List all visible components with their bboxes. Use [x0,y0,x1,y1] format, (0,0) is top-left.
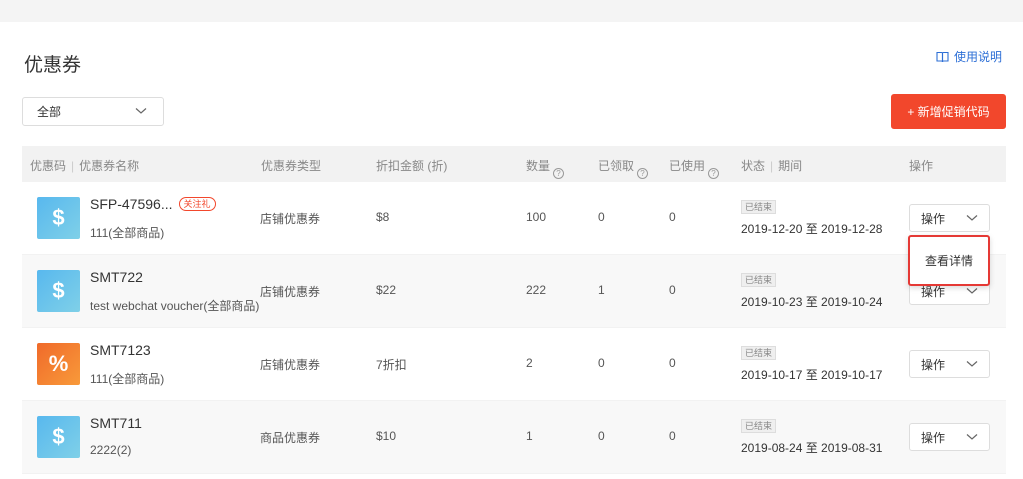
received-count: 0 [598,356,605,370]
col-used: 已使用? [669,157,720,179]
coupon-code-text: SFP-47596... [90,196,173,212]
chevron-down-icon [966,361,978,367]
view-details-item[interactable]: 查看详情 [925,252,973,269]
coupon-name: test webchat voucher(全部商品) [90,299,260,313]
received-count: 1 [598,283,605,297]
coupon-code: SMT722 [90,269,143,285]
help-icon[interactable]: ? [637,168,649,179]
coupon-type: 店铺优惠券 [260,285,321,299]
coupon-type: 店铺优惠券 [260,212,321,226]
col-status-period: 状态 | 期间 [741,157,802,174]
chevron-down-icon [135,108,147,114]
col-amount: 折扣金额 (折) [376,159,448,173]
coupon-code: SMT711 [90,415,142,431]
add-promo-code-button[interactable]: + 新增促销代码 [891,94,1006,129]
help-icon[interactable]: ? [708,168,720,179]
percent-icon: % [37,343,80,385]
table-header: 优惠码 | 优惠券名称 优惠券类型 折扣金额 (折) 数量? 已领取? 已使用? 状… [22,146,1006,182]
action-label: 操作 [921,211,946,226]
quantity: 222 [526,283,547,297]
action-select[interactable]: 操作 [909,204,990,232]
table-row: $ SFP-47596... 关注礼 111(全部商品) 店铺优惠券 $8 100… [22,182,1006,255]
coupon-type: 商品优惠券 [260,431,321,445]
top-bar [0,0,1023,22]
page-title: 优惠券 [24,55,82,76]
dollar-icon: $ [37,270,80,312]
validity-period: 2019-08-24 至 2019-08-31 [741,441,883,455]
used-count: 0 [669,283,676,297]
status-filter-select[interactable]: 全部 [22,97,164,126]
quantity: 2 [526,356,533,370]
usage-guide-link[interactable]: 使用说明 [936,48,1002,65]
coupon-code: SMT7123 [90,342,151,358]
action-label: 操作 [921,357,946,372]
col-separator: | [770,159,774,173]
col-quantity: 数量? [526,157,565,179]
col-separator: | [71,159,75,173]
dollar-icon: $ [37,197,80,239]
status-badge: 已结束 [741,273,777,287]
used-count: 0 [669,210,676,224]
coupon-type: 店铺优惠券 [260,358,321,372]
col-type: 优惠券类型 [261,159,322,173]
col-period: 期间 [778,159,803,173]
col-action: 操作 [909,159,934,173]
validity-period: 2019-10-23 至 2019-10-24 [741,295,883,309]
validity-period: 2019-10-17 至 2019-10-17 [741,368,883,382]
discount-amount: 7折扣 [376,358,407,372]
table-row: $ SMT722 test webchat voucher(全部商品) 店铺优惠… [22,255,1006,328]
coupon-name: 111(全部商品) [90,226,165,240]
coupon-code: SFP-47596... 关注礼 [90,196,216,212]
col-quantity-label: 数量 [526,159,551,173]
chevron-down-icon [966,215,978,221]
col-code-name: 优惠码 | 优惠券名称 [30,157,139,174]
quantity: 1 [526,429,533,443]
col-received: 已领取? [598,157,649,179]
action-dropdown-menu: 查看详情 [908,235,990,286]
status-filter-value: 全部 [37,105,62,119]
chevron-down-icon [966,434,978,440]
col-name: 优惠券名称 [79,159,140,173]
validity-period: 2019-12-20 至 2019-12-28 [741,222,883,236]
status-badge: 已结束 [741,419,777,433]
action-label: 操作 [921,430,946,445]
received-count: 0 [598,429,605,443]
dollar-icon: $ [37,416,80,458]
col-status: 状态 [741,159,766,173]
coupon-name: 111(全部商品) [90,372,165,386]
col-code: 优惠码 [30,159,67,173]
discount-amount: $8 [376,210,390,224]
discount-amount: $10 [376,429,397,443]
discount-amount: $22 [376,283,397,297]
action-select[interactable]: 操作 [909,423,990,451]
follow-gift-tag: 关注礼 [178,197,216,211]
received-count: 0 [598,210,605,224]
coupon-table: 优惠码 | 优惠券名称 优惠券类型 折扣金额 (折) 数量? 已领取? 已使用? 状… [22,146,1006,474]
col-received-label: 已领取 [598,159,635,173]
coupon-name: 2222(2) [90,443,132,457]
usage-guide-label: 使用说明 [954,50,1003,64]
table-row: % SMT7123 111(全部商品) 店铺优惠券 7折扣 2 0 0 已结束 … [22,328,1006,401]
help-icon[interactable]: ? [553,168,565,179]
used-count: 0 [669,356,676,370]
status-badge: 已结束 [741,346,777,360]
chevron-down-icon [966,288,978,294]
book-icon [936,51,949,62]
col-used-label: 已使用 [669,159,706,173]
used-count: 0 [669,429,676,443]
status-badge: 已结束 [741,200,777,214]
table-row: $ SMT711 2222(2) 商品优惠券 $10 1 0 0 已结束 201… [22,401,1006,474]
action-select[interactable]: 操作 [909,350,990,378]
quantity: 100 [526,210,547,224]
